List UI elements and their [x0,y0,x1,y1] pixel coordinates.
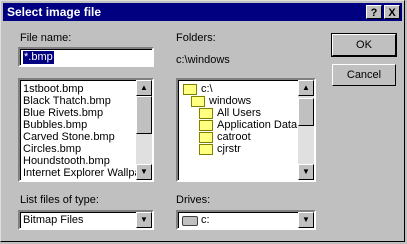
file-name-input[interactable]: *.bmp [18,47,154,67]
open-folder-icon [191,95,205,107]
file-item[interactable]: Black Thatch.bmp [21,95,136,107]
file-item[interactable]: Blue Rivets.bmp [21,107,136,119]
file-listbox[interactable]: 1stboot.bmp Black Thatch.bmp Blue Rivets… [18,78,154,182]
file-name-label: File name: [20,32,72,44]
scroll-down-arrow-icon[interactable]: ▼ [136,164,152,180]
folder-icon [199,107,213,119]
drive-icon [182,216,198,226]
folder-icon [199,143,213,155]
open-folder-icon [183,83,197,95]
scroll-thumb[interactable] [298,98,314,126]
file-item[interactable]: Circles.bmp [21,143,136,155]
scroll-up-arrow-icon[interactable]: ▲ [136,80,152,96]
folder-listbox[interactable]: c:\ windows All Users Application Data c… [176,78,316,182]
file-type-value: Bitmap Files [23,214,84,226]
scroll-thumb[interactable] [136,96,152,134]
folders-label: Folders: [176,32,216,44]
folder-item[interactable]: cjrstr [179,143,298,155]
file-item[interactable]: Houndstooth.bmp [21,155,136,167]
file-item[interactable]: Bubbles.bmp [21,119,136,131]
folder-item[interactable]: All Users [179,107,298,119]
folder-item[interactable]: windows [179,95,298,107]
folder-item[interactable]: Application Data [179,119,298,131]
help-button[interactable]: ? [366,5,382,19]
title-bar[interactable]: Select image file ? X [3,3,402,21]
file-item[interactable]: Carved Stone.bmp [21,131,136,143]
folder-icon [199,131,213,143]
folder-list-scrollbar[interactable]: ▲ ▼ [298,80,314,180]
drive-value: c: [201,214,210,226]
file-name-value[interactable]: *.bmp [23,51,54,64]
window-title: Select image file [7,5,102,19]
file-list-scrollbar[interactable]: ▲ ▼ [136,80,152,180]
current-path: c:\windows [176,54,230,66]
dropdown-arrow-icon[interactable]: ▼ [136,212,152,228]
ok-button[interactable]: OK [331,33,397,57]
file-type-label: List files of type: [20,194,99,206]
close-button[interactable]: X [384,5,400,19]
file-type-select[interactable]: Bitmap Files ▼ [18,210,154,230]
cancel-button[interactable]: Cancel [332,64,396,86]
folder-item[interactable]: c:\ [179,83,298,95]
scroll-up-arrow-icon[interactable]: ▲ [298,80,314,96]
scroll-down-arrow-icon[interactable]: ▼ [298,164,314,180]
drives-label: Drives: [176,194,211,206]
file-item[interactable]: 1stboot.bmp [21,83,136,95]
dropdown-arrow-icon[interactable]: ▼ [298,212,314,228]
folder-icon [199,119,213,131]
drives-select[interactable]: c: ▼ [176,210,316,230]
folder-item[interactable]: catroot [179,131,298,143]
file-item[interactable]: Internet Explorer Wallpa [21,167,136,179]
